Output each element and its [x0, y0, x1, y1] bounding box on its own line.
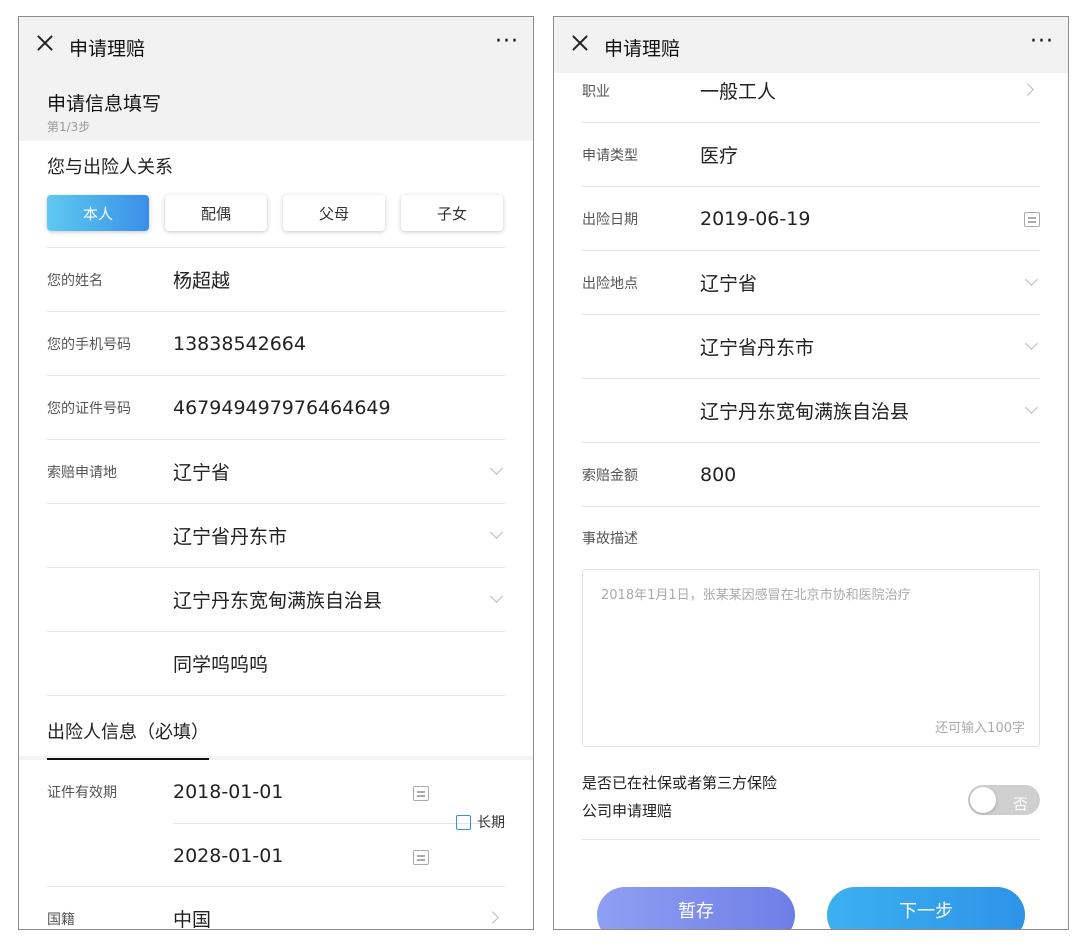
province-select[interactable]: 索赔申请地 辽宁省 — [47, 439, 505, 503]
occupation-value: 一般工人 — [700, 81, 777, 103]
incident-date-field[interactable]: 出险日期 2019-06-19 — [582, 187, 1040, 251]
phone-value[interactable]: 13838542664 — [173, 333, 505, 355]
more-icon[interactable]: ··· — [495, 29, 519, 54]
incident-place-label: 出险地点 — [582, 275, 638, 292]
validity-start-value[interactable]: 2018-01-01 — [173, 781, 283, 803]
page-title: 申请理赔 — [69, 38, 146, 60]
occupation-select[interactable]: 职业 一般工人 — [582, 59, 1040, 123]
toggle-knob[interactable] — [970, 787, 996, 813]
incident-date-value[interactable]: 2019-06-19 — [700, 208, 1040, 230]
incident-city-select[interactable]: 辽宁省丹东市 — [582, 315, 1040, 379]
id-field[interactable]: 您的证件号码 467949497976464649 — [47, 375, 505, 439]
left-screen: 申请理赔 ··· 申请信息填写 第1/3步 您与出险人关系 本人 配偶 父母 子… — [18, 16, 534, 930]
description-textarea[interactable]: 2018年1月1日，张某某因感冒在北京市协和医院治疗 还可输入100字 — [582, 569, 1040, 747]
occupation-label: 职业 — [582, 83, 610, 100]
incident-county-select[interactable]: 辽宁丹东宽甸满族自治县 — [582, 379, 1040, 443]
char-counter: 还可输入100字 — [935, 721, 1025, 736]
more-icon[interactable]: ··· — [1030, 29, 1054, 54]
description-label: 事故描述 — [582, 531, 638, 547]
location-label: 索赔申请地 — [47, 464, 117, 481]
name-label: 您的姓名 — [47, 272, 103, 289]
relation-option-spouse[interactable]: 配偶 — [165, 195, 267, 231]
longterm-label: 长期 — [477, 815, 505, 831]
page-title: 申请理赔 — [604, 38, 681, 60]
checkbox-icon[interactable] — [456, 814, 471, 830]
incident-date-label: 出险日期 — [582, 211, 638, 228]
county-select[interactable]: 辽宁丹东宽甸满族自治县 — [47, 567, 505, 631]
id-label: 您的证件号码 — [47, 400, 131, 417]
insured-section-header: 出险人信息（必填） — [47, 695, 505, 760]
nationality-value: 中国 — [173, 909, 212, 930]
description-placeholder: 2018年1月1日，张某某因感冒在北京市协和医院治疗 — [601, 588, 911, 603]
third-party-toggle[interactable]: 否 — [968, 785, 1040, 815]
claim-amount-value[interactable]: 800 — [700, 464, 1040, 486]
close-icon[interactable] — [33, 31, 57, 55]
province-value: 辽宁省 — [173, 462, 231, 484]
id-value[interactable]: 467949497976464649 — [173, 397, 505, 419]
address-field[interactable]: 同学呜呜呜 — [47, 631, 505, 695]
apply-type-field[interactable]: 申请类型 医疗 — [582, 123, 1040, 187]
step-header: 申请信息填写 第1/3步 — [19, 73, 533, 141]
top-bar: 申请理赔 ··· — [19, 17, 533, 73]
nationality-section: 国籍 中国 — [19, 886, 533, 930]
apply-type-value: 医疗 — [700, 145, 739, 167]
nationality-field[interactable]: 国籍 中国 — [47, 886, 505, 930]
city-value: 辽宁省丹东市 — [173, 526, 288, 548]
validity-end-row[interactable]: 2028-01-01 — [173, 823, 505, 887]
action-bar: 暂存 下一步 — [554, 887, 1068, 929]
step-title: 申请信息填写 — [47, 93, 162, 115]
phone-field[interactable]: 您的手机号码 13838542664 — [47, 311, 505, 375]
close-icon[interactable] — [568, 31, 592, 55]
city-select[interactable]: 辽宁省丹东市 — [47, 503, 505, 567]
relation-options: 本人 配偶 父母 子女 — [19, 187, 533, 247]
calendar-icon[interactable] — [413, 850, 429, 865]
apply-type-label: 申请类型 — [582, 147, 638, 164]
validity-label: 证件有效期 — [47, 784, 117, 801]
validity-end-value[interactable]: 2028-01-01 — [173, 845, 283, 867]
name-field[interactable]: 您的姓名 杨超越 — [47, 247, 505, 311]
name-value[interactable]: 杨超越 — [173, 266, 505, 293]
relation-option-children[interactable]: 子女 — [401, 195, 503, 231]
tab-insured-info[interactable]: 出险人信息（必填） — [47, 718, 209, 760]
claim-form: 职业 一般工人 申请类型 医疗 出险日期 2019-06-19 出险地点 辽宁省… — [554, 59, 1068, 569]
county-value: 辽宁丹东宽甸满族自治县 — [173, 590, 383, 612]
relation-label: 您与出险人关系 — [47, 157, 173, 178]
validity-start-row[interactable]: 证件有效期 2018-01-01 — [47, 760, 505, 823]
calendar-icon[interactable] — [1024, 212, 1040, 227]
toggle-label: 否 — [1012, 795, 1028, 813]
calendar-icon[interactable] — [413, 786, 429, 801]
incident-county-value: 辽宁丹东宽甸满族自治县 — [700, 401, 910, 423]
incident-province-select[interactable]: 出险地点 辽宁省 — [582, 251, 1040, 315]
incident-city-value: 辽宁省丹东市 — [700, 337, 815, 359]
address-value[interactable]: 同学呜呜呜 — [173, 650, 505, 677]
next-step-button[interactable]: 下一步 — [827, 887, 1025, 929]
relation-option-parents[interactable]: 父母 — [283, 195, 385, 231]
validity-field: 证件有效期 2018-01-01 2028-01-01 长期 — [47, 760, 505, 886]
save-draft-button[interactable]: 暂存 — [597, 887, 795, 929]
applicant-form: 您的姓名 杨超越 您的手机号码 13838542664 您的证件号码 46794… — [19, 247, 533, 695]
claim-amount-field[interactable]: 索赔金额 800 — [582, 443, 1040, 507]
phone-label: 您的手机号码 — [47, 336, 131, 353]
relation-option-self[interactable]: 本人 — [47, 195, 149, 231]
nationality-label: 国籍 — [47, 911, 75, 928]
incident-province-value: 辽宁省 — [700, 273, 758, 295]
step-indicator: 第1/3步 — [47, 120, 91, 134]
longterm-checkbox[interactable]: 长期 — [456, 812, 505, 832]
claim-amount-label: 索赔金额 — [582, 467, 638, 484]
third-party-claim-question: 是否已在社保或者第三方保险 公司申请理赔 否 — [582, 769, 1040, 840]
right-screen: 申请理赔 ··· 职业 一般工人 申请类型 医疗 出险日期 2019-06-19… — [553, 16, 1069, 930]
